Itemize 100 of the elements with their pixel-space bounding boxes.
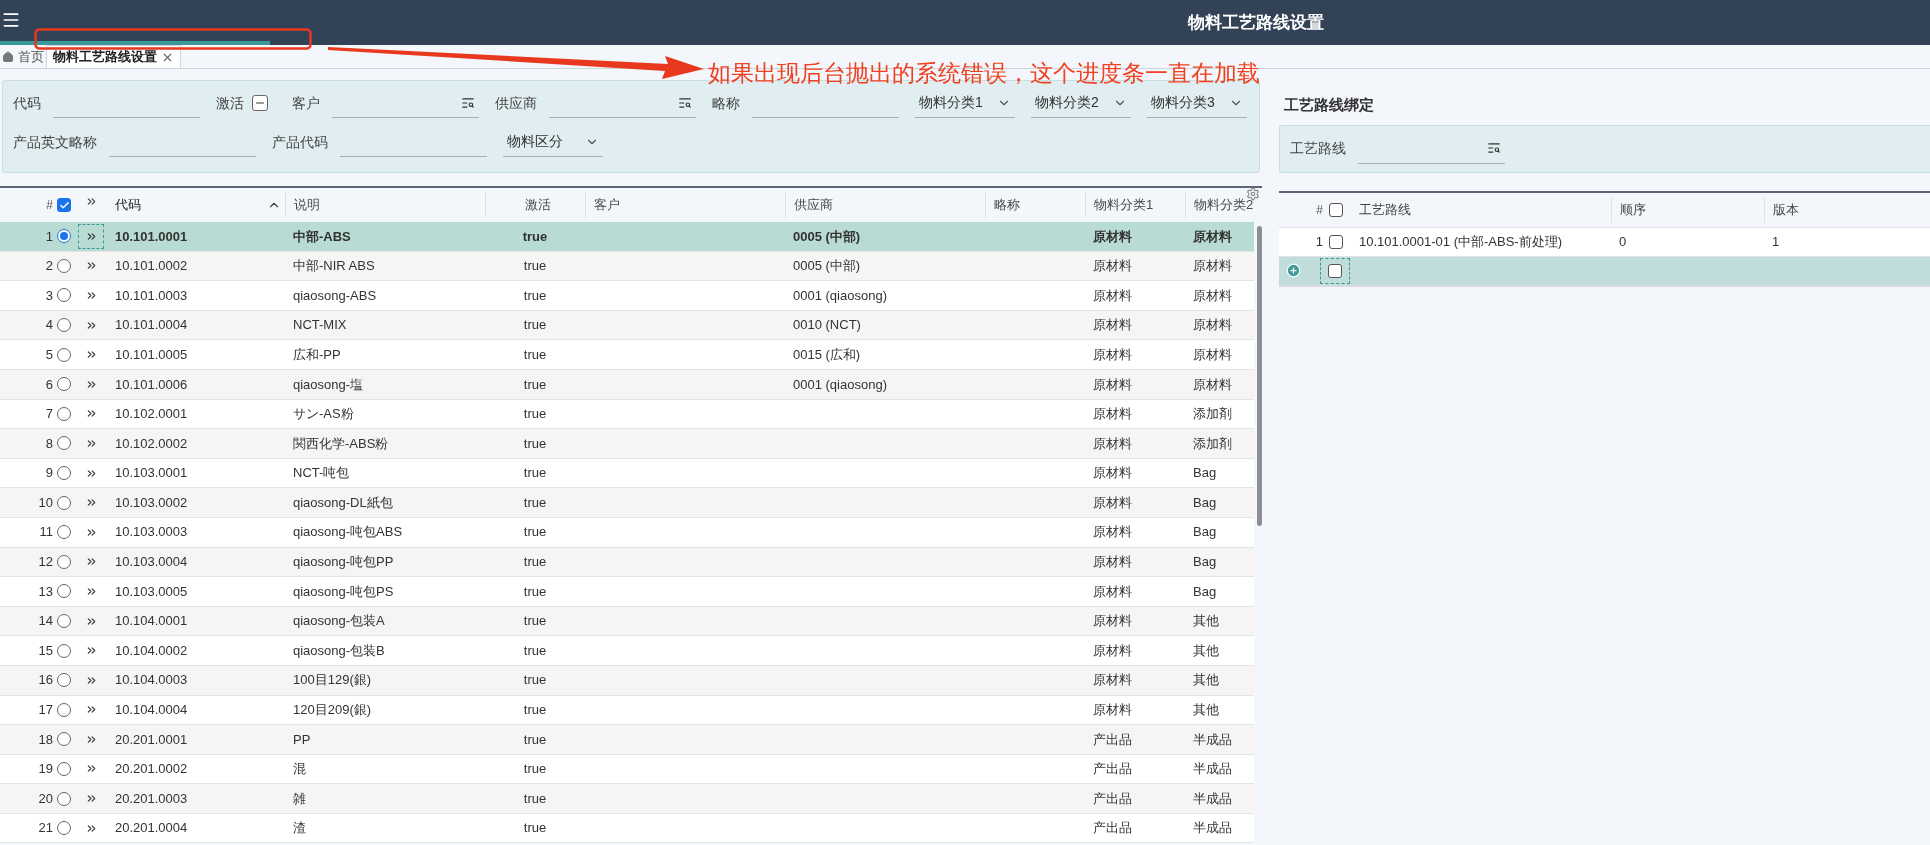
radio-button[interactable] [57,229,71,244]
radio-button[interactable] [57,347,71,362]
table-cell-text: 原材料 [1192,316,1233,335]
radio-button[interactable] [57,436,71,451]
table-cell-text: 20.201.0002 [114,760,189,779]
table-row[interactable]: 3 10.101.0003 qiaosong-ABS true 0001 (qiaosong) 原材料 原材料 [0,281,1254,311]
radio-button[interactable] [57,525,71,540]
table-cell-text: Bag [1192,582,1218,601]
table-row[interactable]: 12 10.103.0004 qiaosong-吨包PP true 原材料 Bag [0,547,1254,578]
column-header[interactable]: 工艺路线 [1351,192,1611,227]
table-cell-text: 1 [1771,232,1781,251]
column-header[interactable]: 客户 [585,192,785,218]
check-icon [58,199,70,211]
select-field[interactable]: 物料分类2 [1031,88,1131,118]
column-header[interactable]: 激活 [485,192,585,218]
table-cell-text: 半成品 [1192,760,1233,779]
add-icon[interactable] [1286,263,1301,278]
table-row[interactable]: 10 10.103.0002 qiaosong-DL紙包 true 原材料 Bag [0,488,1254,518]
radio-button[interactable] [57,466,71,481]
column-header[interactable]: 略称 [985,192,1085,218]
scrollbar[interactable] [1257,226,1262,526]
table-row[interactable]: 18 20.201.0001 PP true 产出品 半成品 [0,725,1254,755]
table-cell-text: true [522,553,548,572]
radio-button[interactable] [57,584,71,599]
checkbox[interactable] [57,198,71,212]
table-row[interactable]: 5 10.101.0005 広和-PP true 0015 (広和) 原材料 原材料 [0,340,1254,370]
table-cell-text: true [522,523,548,542]
radio-button[interactable] [57,732,71,747]
radio-button[interactable] [57,258,71,273]
radio-button[interactable] [57,673,71,688]
settings-icon[interactable] [1246,187,1260,201]
table-row[interactable]: 14 10.104.0001 qiaosong-包装A true 原材料 其他 [0,606,1254,637]
table-cell-text: 产出品 [1092,819,1133,838]
table-cell-text: 原材料 [1092,523,1133,542]
page-title: 物料工艺路线设置 [1188,12,1324,34]
radio-button[interactable] [57,377,71,392]
radio-button[interactable] [57,406,71,421]
table-row[interactable]: 4 10.101.0004 NCT-MIX true 0010 (NCT) 原材料 原材料 [0,310,1254,341]
table-cell-text: 其他 [1192,701,1220,720]
column-header[interactable]: 说明 [285,192,485,218]
tab[interactable]: 首页 [0,45,46,68]
radio-button[interactable] [57,643,71,658]
row-number: 10 [37,493,54,512]
table-cell-text: 产出品 [1092,730,1133,749]
table-row[interactable]: 2 10.101.0002 中部-NIR ABS true 0005 (中部) 原材料 原材料 [0,251,1254,282]
column-header[interactable]: 物料分类2 [1185,192,1254,218]
radio-button[interactable] [57,554,71,569]
checkbox[interactable] [252,95,268,111]
table-cell-text: 0015 (広和) [792,345,862,364]
table-row[interactable]: 16 10.104.0003 100目129(銀) true 原材料 其他 [0,665,1254,696]
checkbox[interactable] [1328,263,1342,278]
table-row[interactable]: 15 10.104.0002 qiaosong-包装B true 原材料 其他 [0,636,1254,666]
table-row[interactable]: 9 10.103.0001 NCT-吨包 true 原材料 Bag [0,458,1254,489]
radio-button[interactable] [57,495,71,510]
radio-button[interactable] [57,614,71,628]
field-label: 激活 [216,93,244,113]
radio-button[interactable] [57,791,71,806]
radio-button[interactable] [57,821,71,836]
radio-button[interactable] [57,318,71,333]
table-cell-text: 添加剤 [1192,405,1233,424]
table-cell-text: 0001 (qiaosong) [792,286,888,305]
table-cell-text: qiaosong-包装B [292,641,386,660]
table-row[interactable]: 7 10.102.0001 サン-AS粉 true 原材料 添加剤 [0,399,1254,430]
table-row[interactable]: 21 20.201.0004 渣 true 产出品 半成品 [0,813,1254,844]
table-cell-text: 原材料 [1092,553,1133,572]
table-cell-text: qiaosong-塩 [292,375,365,394]
row-number: 21 [37,819,54,838]
table-cell-text: qiaosong-包装A [292,612,386,631]
table-cell-text: 混 [292,760,307,779]
table-cell-text: 原材料 [1092,641,1133,660]
table-row[interactable]: 13 10.103.0005 qiaosong-吨包PS true 原材料 Bag [0,577,1254,607]
table-row[interactable]: 17 10.104.0004 120目209(銀) true 原材料 其他 [0,695,1254,726]
table-cell-text: 其他 [1192,671,1220,690]
table-row[interactable]: 11 10.103.0003 qiaosong-吨包ABS true 原材料 Bag [0,517,1254,548]
checkbox[interactable] [1329,234,1343,249]
table-row[interactable]: 20 20.201.0003 雑 true 产出品 半成品 [0,784,1254,814]
table-cell-text: Bag [1192,523,1218,542]
select-field[interactable]: 物料分类1 [915,88,1015,118]
table-row[interactable]: 19 20.201.0002 混 true 产出品 半成品 [0,754,1254,785]
column-header[interactable]: 版本 [1764,196,1930,223]
select-field[interactable]: 物料分类3 [1147,88,1247,118]
table-row[interactable]: 1 10.101.0001-01 (中部-ABS-前处理) 0 1 [1279,226,1930,257]
radio-button[interactable] [57,762,71,776]
table-cell-text: 其他 [1192,612,1220,631]
table-row[interactable]: 8 10.102.0002 関西化学-ABS粉 true 原材料 添加剤 [0,429,1254,459]
row-number: 17 [37,701,54,720]
table-cell-text: 0001 (qiaosong) [792,375,888,394]
row-number: 11 [38,523,54,542]
select-field[interactable]: 物料区分 [503,127,603,157]
column-header[interactable]: 顺序 [1611,196,1764,223]
table-cell-text: Bag [1192,464,1218,483]
column-header[interactable]: 供应商 [785,192,985,218]
row-number: 20 [37,789,54,808]
radio-button[interactable] [57,702,71,717]
radio-button[interactable] [57,288,71,303]
table-row[interactable]: 1 10.101.0001 中部-ABS true 0005 (中部) 原材料 原材料 [0,222,1254,252]
column-header[interactable]: 物料分类1 [1085,192,1185,218]
checkbox[interactable] [1329,202,1343,217]
column-header[interactable]: 代码 [107,188,285,222]
table-row[interactable]: 6 10.101.0006 qiaosong-塩 true 0001 (qiaosong) 原材料 原材料 [0,369,1254,400]
